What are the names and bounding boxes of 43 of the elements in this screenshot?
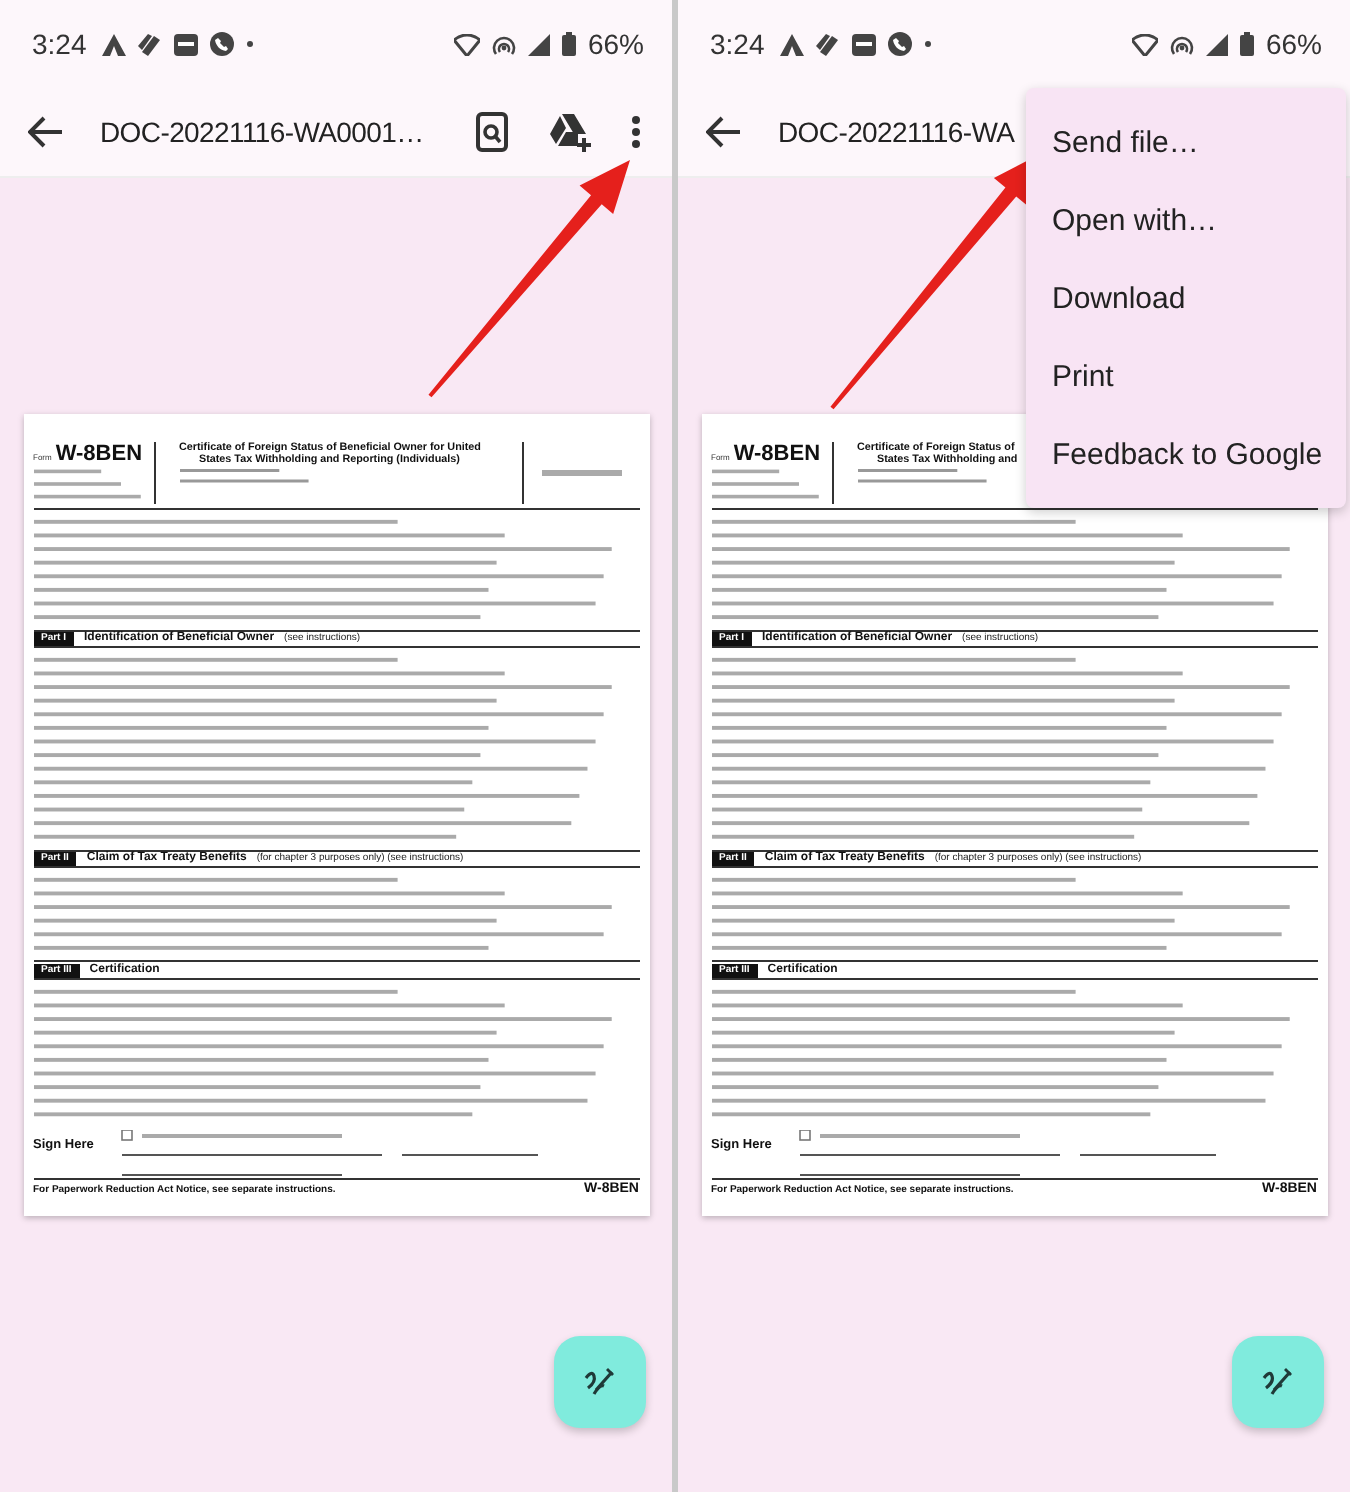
notification-icon — [174, 33, 199, 55]
form-number: W-8BEN — [733, 442, 821, 466]
pen-squiggle-icon — [584, 1366, 616, 1398]
notification-icon — [852, 33, 877, 55]
status-time: 3:24 — [710, 28, 765, 60]
notification-icon — [102, 33, 127, 55]
status-time: 3:24 — [32, 28, 87, 60]
wifi-icon — [1131, 33, 1158, 55]
annotate-button[interactable] — [1232, 1336, 1324, 1428]
back-icon[interactable] — [706, 116, 742, 148]
notification-icon — [816, 33, 841, 55]
hotspot-icon — [1169, 33, 1194, 55]
signal-icon — [527, 33, 550, 55]
notification-icon — [780, 33, 805, 55]
battery-icon — [1239, 32, 1254, 56]
battery-percent: 66% — [587, 28, 644, 60]
hotspot-icon — [491, 33, 516, 55]
menu-item[interactable]: Print — [1026, 338, 1346, 416]
fine-print-drawing — [541, 470, 621, 477]
dot-icon — [924, 40, 933, 48]
notification-icon — [138, 33, 163, 55]
phone-icon — [210, 32, 235, 56]
menu-item[interactable]: Open with… — [1026, 182, 1346, 260]
file-title: DOC-20221116-WA — [778, 116, 1015, 148]
dot-icon — [246, 40, 255, 48]
form-number: W-8BEN — [55, 442, 143, 466]
menu-item[interactable]: Send file… — [1026, 104, 1346, 182]
fine-print-drawing — [711, 466, 823, 502]
battery-icon — [561, 32, 576, 56]
menu-item[interactable]: Feedback to Google — [1026, 416, 1346, 494]
search-document-icon[interactable] — [476, 112, 508, 152]
pen-squiggle-icon — [1262, 1366, 1294, 1398]
file-title: DOC-20221116-WA0001… — [100, 116, 424, 148]
signal-icon — [1205, 33, 1228, 55]
fine-print-drawing — [33, 466, 145, 502]
back-icon[interactable] — [28, 116, 64, 148]
phone-icon — [888, 32, 913, 56]
battery-percent: 66% — [1265, 28, 1322, 60]
drive-add-icon[interactable] — [548, 113, 592, 151]
wifi-icon — [453, 33, 480, 55]
more-icon[interactable] — [632, 116, 640, 148]
menu-item[interactable]: Download — [1026, 260, 1346, 338]
annotate-button[interactable] — [554, 1336, 646, 1428]
